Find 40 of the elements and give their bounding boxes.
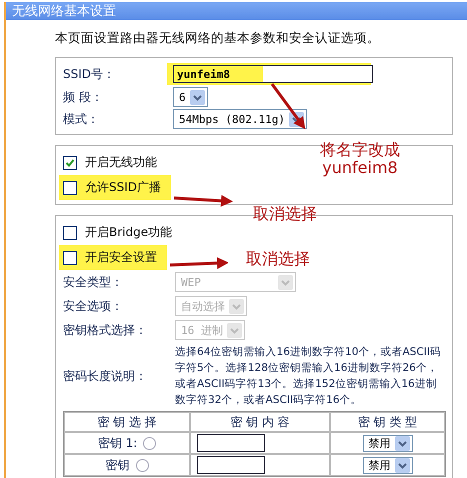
caret-icon: [394, 458, 410, 472]
annotation-text: 取消选择: [246, 250, 310, 268]
note-text: 选择64位密钥需输入16进制数字符10个，或者ASCII码字符5个。选择128位密钥需输入16进制数字符26个，或者ASCII码字符13个。选择152位密钥需输入16进制数字符32个，或者ASCII码字符16个。: [175, 345, 442, 408]
field-label: 安全选项：: [63, 298, 124, 314]
field-label: 安全类型：: [63, 274, 124, 290]
dropdown[interactable]: 6: [173, 87, 208, 107]
field-label: SSID号：: [63, 66, 116, 82]
dropdown[interactable]: 54Mbps (802.11g): [173, 109, 307, 129]
key-field[interactable]: [197, 434, 265, 452]
column-header: 密 钥 内 容: [190, 412, 330, 432]
checkbox-option[interactable]: 开启无线功能: [59, 150, 167, 175]
field-label: 密码长度说明：: [63, 368, 148, 384]
caret-icon: [394, 436, 410, 450]
field-label: 频 段：: [63, 88, 104, 106]
intro-text: 本页面设置路由器无线网络的基本参数和安全认证选项。: [55, 30, 381, 47]
annotation-text: 将名字改成 yunfeim8: [320, 141, 400, 177]
key-field[interactable]: [197, 456, 265, 474]
key-label: 密钥: [106, 456, 130, 474]
checkbox-option[interactable]: 允许SSID广播: [59, 175, 172, 200]
dropdown[interactable]: 禁用: [362, 456, 412, 474]
caret-icon: [229, 298, 244, 314]
radio-button[interactable]: [143, 436, 156, 450]
checkbox-option[interactable]: 开启安全设置: [59, 245, 167, 270]
annotation-arrow: [168, 255, 228, 271]
annotation-arrow: [172, 192, 234, 208]
annotation-text: 取消选择: [253, 205, 317, 223]
key-label: 密钥 1:: [98, 434, 138, 452]
field-label: 密钥格式选择：: [63, 322, 148, 338]
check-icon: [65, 158, 75, 168]
radio-button[interactable]: [136, 458, 148, 472]
caret-icon: [226, 322, 242, 338]
caret-icon: [278, 274, 293, 290]
column-header: 密 钥 类 型: [330, 412, 445, 432]
column-header: 密 钥 选 择: [64, 412, 190, 432]
checkbox-option[interactable]: 开启Bridge功能: [59, 220, 182, 245]
panel-title: 无线网络基本设置: [6, 2, 467, 20]
field-label: 模式：: [63, 110, 100, 128]
caret-icon: [190, 90, 205, 104]
dropdown[interactable]: 禁用: [362, 434, 412, 452]
ssid-field[interactable]: yunfeim8: [173, 65, 373, 83]
